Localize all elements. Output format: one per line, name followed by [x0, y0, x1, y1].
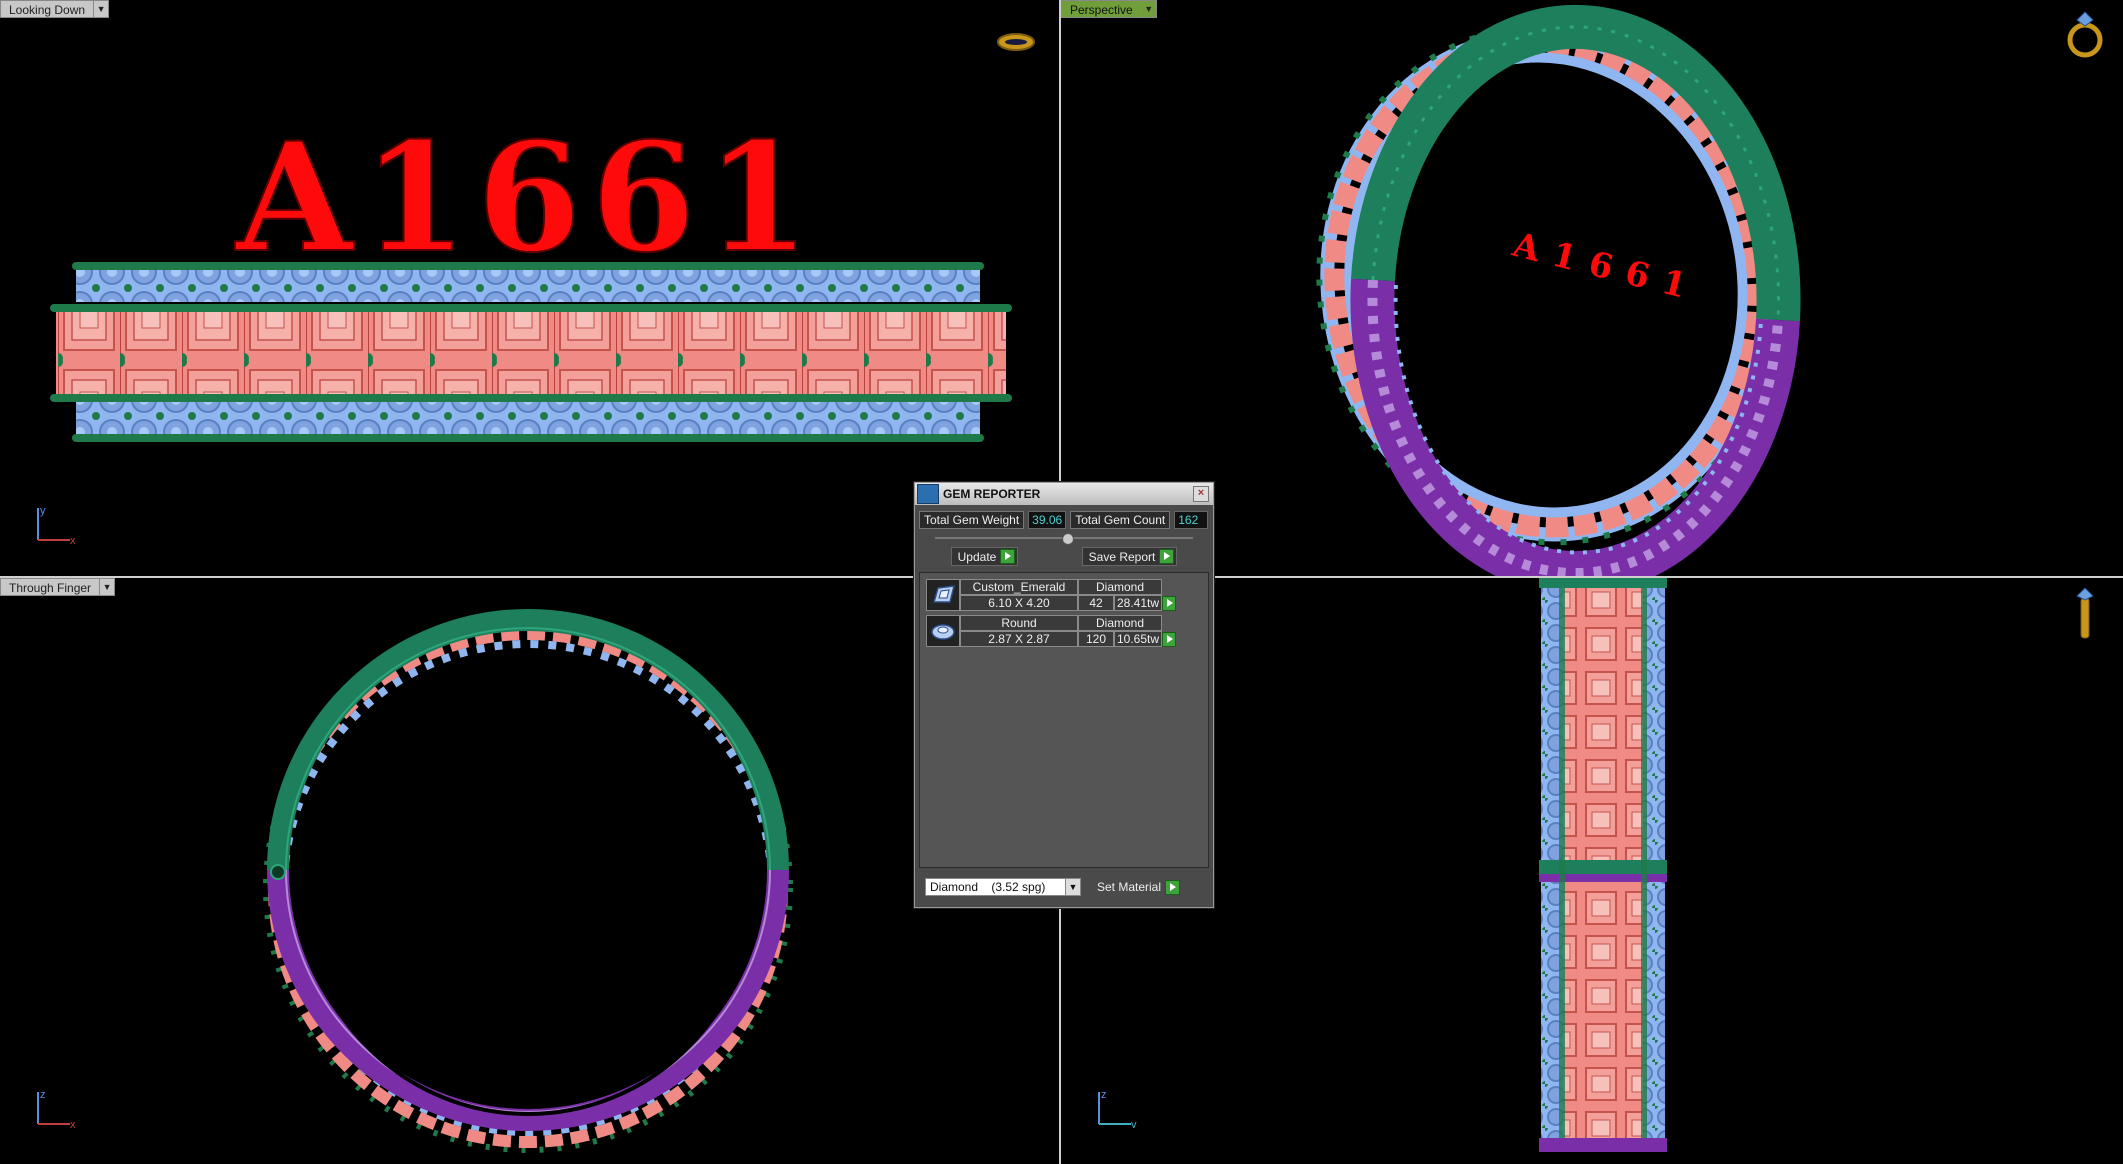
play-icon[interactable]: [1165, 879, 1181, 895]
viewport-label-text: Through Finger: [0, 578, 101, 596]
gem-material: Diamond: [1078, 579, 1162, 595]
svg-text:z: z: [40, 1089, 46, 1101]
axis-indicator: y x: [37, 505, 76, 544]
svg-text:x: x: [70, 535, 76, 544]
totals-row: Total Gem Weight 39.06 Total Gem Count 1…: [919, 511, 1209, 529]
material-select[interactable]: Diamond (3.52 spg) ▼: [925, 878, 1081, 896]
gem-size: 2.87 X 2.87: [960, 631, 1078, 647]
viewport-through-finger[interactable]: Through Finger ▼ z x: [0, 578, 1059, 1164]
gem-size: 6.10 X 4.20: [960, 595, 1078, 611]
viewport-side[interactable]: z y: [1061, 578, 2123, 1164]
ring-preview-icon[interactable]: [996, 30, 1036, 54]
svg-text:y: y: [1131, 1119, 1137, 1128]
set-material-label: Set Material: [1097, 880, 1162, 894]
gem-list[interactable]: Custom_Emerald Diamond 6.10 X 4.20 42 28…: [919, 572, 1209, 868]
gem-count: 42: [1078, 595, 1114, 611]
ring-preview-icon[interactable]: [2073, 588, 2097, 640]
svg-text:x: x: [70, 1119, 76, 1128]
viewport-label-looking-down[interactable]: Looking Down ▼: [0, 0, 110, 18]
gem-row[interactable]: Custom_Emerald Diamond 6.10 X 4.20 42 28…: [926, 579, 1202, 611]
panel-slider[interactable]: [935, 533, 1193, 545]
close-icon[interactable]: ×: [1193, 486, 1209, 502]
svg-text:z: z: [1101, 1089, 1107, 1101]
round-cut-icon: [926, 615, 960, 647]
ring-preview-icon[interactable]: [2065, 10, 2105, 60]
save-report-label: Save Report: [1088, 549, 1156, 564]
total-gem-count-label: Total Gem Count: [1070, 511, 1171, 529]
total-gem-count-value: 162: [1174, 511, 1209, 529]
gem-weight: 28.41tw: [1114, 595, 1162, 611]
slider-handle[interactable]: [1062, 533, 1074, 545]
chevron-down-icon[interactable]: ▼: [100, 578, 116, 596]
gem-reporter-panel[interactable]: GEM REPORTER × Total Gem Weight 39.06 To…: [914, 482, 1214, 908]
play-icon[interactable]: [1000, 549, 1016, 564]
chevron-down-icon[interactable]: ▼: [1065, 879, 1080, 895]
gem-row[interactable]: Round Diamond 2.87 X 2.87 120 10.65tw: [926, 615, 1202, 647]
gem-name: Round: [960, 615, 1078, 631]
engraving-text: A1661: [1508, 225, 1704, 310]
play-icon[interactable]: [1162, 595, 1176, 611]
viewport-label-text: Perspective: [1061, 0, 1142, 18]
gem-material: Diamond: [1078, 615, 1162, 631]
viewport-looking-down[interactable]: Looking Down ▼ A1661 y x: [0, 0, 1059, 576]
set-material-button[interactable]: Set Material: [1091, 879, 1182, 896]
emerald-cut-icon: [926, 579, 960, 611]
play-icon[interactable]: [1159, 549, 1175, 564]
material-select-value: Diamond (3.52 spg): [930, 880, 1046, 894]
chevron-down-icon[interactable]: ▼: [94, 0, 110, 18]
axis-indicator: z y: [1098, 1089, 1137, 1128]
ring-side-view: [263, 609, 793, 1153]
gem-reporter-titlebar[interactable]: GEM REPORTER ×: [915, 483, 1213, 505]
chevron-down-icon[interactable]: ▼: [1141, 0, 1157, 18]
ring-front-view: [1539, 578, 1667, 1152]
ring-top-view: A1661: [50, 109, 1012, 442]
gem-count: 120: [1078, 631, 1114, 647]
play-icon[interactable]: [1162, 631, 1176, 647]
gem-reporter-icon: [917, 484, 939, 504]
total-gem-weight-value: 39.06: [1028, 511, 1067, 529]
update-label: Update: [957, 549, 997, 564]
engraving-text: A1661: [234, 110, 820, 286]
gem-name: Custom_Emerald: [960, 579, 1078, 595]
viewport-label-perspective[interactable]: Perspective ▼: [1061, 0, 1157, 18]
gem-weight: 10.65tw: [1114, 631, 1162, 647]
update-button[interactable]: Update: [950, 547, 1019, 566]
viewport-label-through-finger[interactable]: Through Finger ▼: [0, 578, 116, 596]
total-gem-weight-label: Total Gem Weight: [919, 511, 1025, 529]
save-report-button[interactable]: Save Report: [1081, 547, 1178, 566]
viewport-perspective[interactable]: Perspective ▼ A1661: [1061, 0, 2123, 576]
ring-perspective-view: A1661: [1316, 4, 1801, 576]
viewport-label-text: Looking Down: [0, 0, 95, 18]
gem-reporter-title: GEM REPORTER: [943, 487, 1041, 501]
axis-indicator: z x: [37, 1089, 76, 1128]
svg-text:y: y: [40, 505, 46, 517]
